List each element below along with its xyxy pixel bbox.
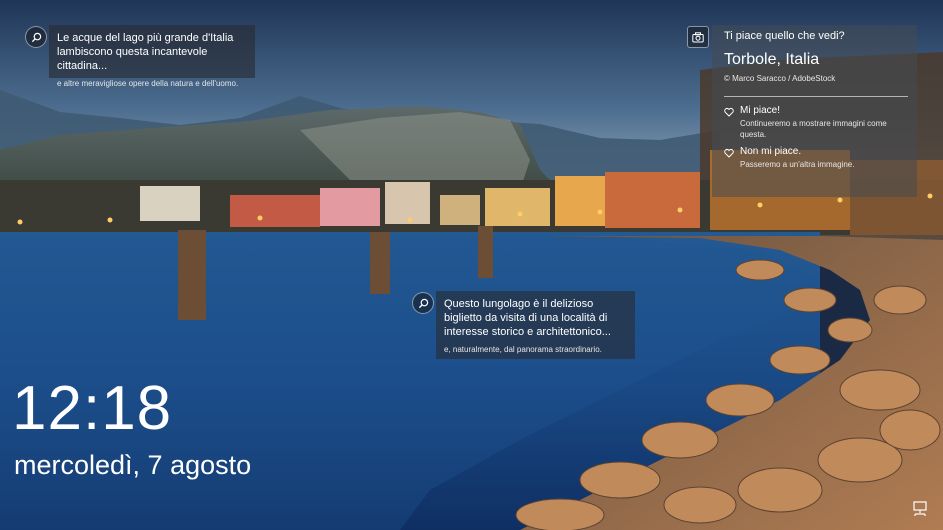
like-description: Continueremo a mostrare immagini come qu…: [740, 119, 887, 139]
hotspot-card-1[interactable]: Le acque del lago più grande d'Italia la…: [49, 25, 255, 88]
spotlight-camera-button[interactable]: [687, 26, 709, 48]
lockscreen-date: mercoledì, 7 agosto: [14, 450, 252, 480]
heart-icon: [724, 148, 734, 158]
spotlight-question: Ti piace quello che vedi?: [724, 30, 845, 42]
hotspot-marker-1[interactable]: [25, 26, 47, 48]
like-label: Mi piace!: [740, 105, 781, 116]
dislike-description: Passeremo a un'altra immagine.: [740, 160, 855, 169]
search-icon: [31, 32, 41, 42]
heart-icon: [724, 107, 734, 117]
hotspot-title: Questo lungolago è il delizioso bigliett…: [444, 298, 611, 338]
hotspot-card-2[interactable]: Questo lungolago è il delizioso bigliett…: [436, 291, 635, 359]
spotlight-like-option[interactable]: Mi piace! Continueremo a mostrare immagi…: [724, 105, 905, 140]
hotspot-title: Le acque del lago più grande d'Italia la…: [57, 32, 234, 72]
hotspot-subtitle: e, naturalmente, dal panorama straordina…: [444, 345, 602, 354]
hotspot-subtitle: e altre meravigliose opere della natura …: [57, 79, 239, 88]
spotlight-location: Torbole, Italia: [724, 51, 820, 68]
spotlight-dislike-option[interactable]: Non mi piace. Passeremo a un'altra immag…: [724, 146, 905, 170]
divider: [724, 96, 908, 97]
network-icon[interactable]: [911, 500, 929, 518]
spotlight-panel: Ti piace quello che vedi? Torbole, Itali…: [712, 25, 917, 197]
dislike-label: Non mi piace.: [740, 146, 802, 157]
search-icon: [418, 298, 428, 308]
lockscreen-time: 12:18: [12, 374, 173, 443]
spotlight-credit: © Marco Saracco / AdobeStock: [724, 74, 836, 83]
camera-icon: [692, 31, 704, 42]
hotspot-marker-2[interactable]: [412, 292, 434, 314]
